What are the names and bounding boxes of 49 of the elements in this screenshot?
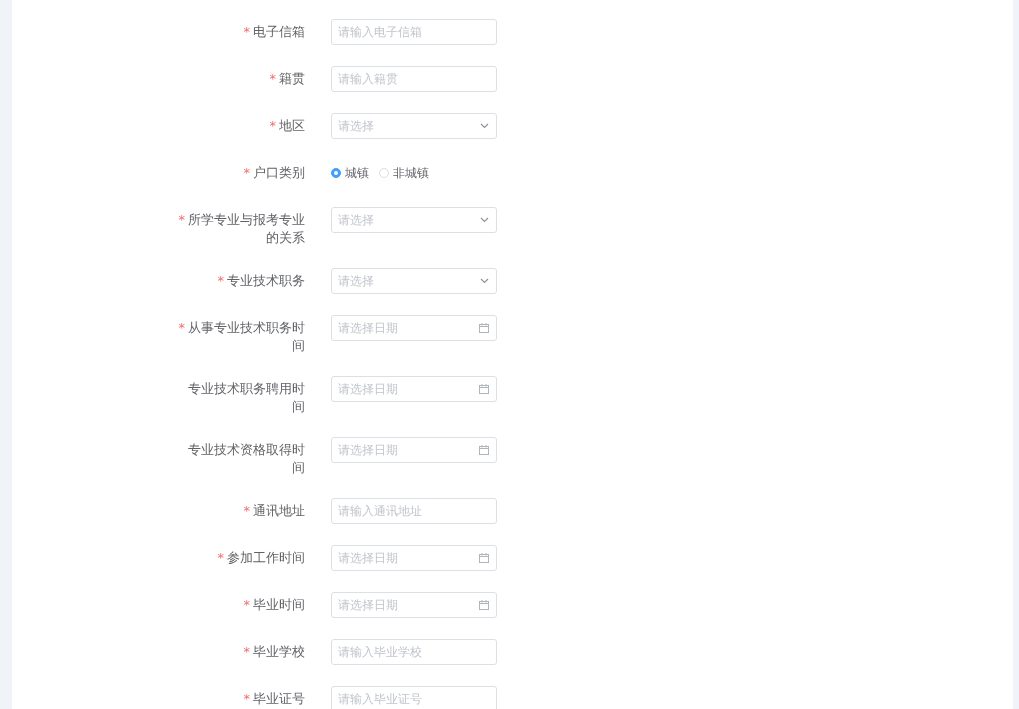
calendar-icon: [479, 445, 489, 455]
chevron-down-icon: [480, 278, 489, 284]
required-mark: *: [178, 212, 185, 227]
required-mark: *: [243, 503, 250, 518]
field-label: 专业技术资格取得时间: [188, 442, 305, 475]
radio-option[interactable]: 非城镇: [379, 164, 429, 182]
required-mark: *: [243, 24, 250, 39]
required-mark: *: [243, 165, 250, 180]
field-label: 电子信箱: [253, 24, 305, 39]
field-label: 户口类别: [253, 165, 305, 180]
required-mark: *: [217, 273, 224, 288]
field-label: 从事专业技术职务时间: [188, 320, 305, 353]
field-label: 地区: [279, 118, 305, 133]
input-field[interactable]: 请输入毕业证号: [331, 686, 497, 709]
required-mark: *: [243, 644, 250, 659]
field-label: 毕业证号: [253, 691, 305, 706]
calendar-icon: [479, 323, 489, 333]
date-field[interactable]: 请选择日期: [331, 592, 497, 618]
field-label: 专业技术职务: [227, 273, 305, 288]
field-label: 籍贯: [279, 71, 305, 86]
field-label: 参加工作时间: [227, 550, 305, 565]
input-field[interactable]: 请输入毕业学校: [331, 639, 497, 665]
date-field[interactable]: 请选择日期: [331, 315, 497, 341]
field-label: 专业技术职务聘用时间: [188, 381, 305, 414]
date-field[interactable]: 请选择日期: [331, 545, 497, 571]
field-label: 通讯地址: [253, 503, 305, 518]
radio-icon[interactable]: [331, 168, 341, 178]
calendar-icon: [479, 600, 489, 610]
required-mark: *: [243, 597, 250, 612]
calendar-icon: [479, 384, 489, 394]
select-field[interactable]: 请选择: [331, 113, 497, 139]
field-label: 毕业学校: [253, 644, 305, 659]
field-label: 毕业时间: [253, 597, 305, 612]
required-mark: *: [269, 71, 276, 86]
select-field[interactable]: 请选择: [331, 207, 497, 233]
input-field[interactable]: 请输入电子信箱: [331, 19, 497, 45]
radio-option[interactable]: 城镇: [331, 164, 369, 182]
input-field[interactable]: 请输入通讯地址: [331, 498, 497, 524]
chevron-down-icon: [480, 123, 489, 129]
calendar-icon: [479, 553, 489, 563]
required-mark: *: [269, 118, 276, 133]
field-label: 所学专业与报考专业的关系: [188, 212, 305, 245]
select-field[interactable]: 请选择: [331, 268, 497, 294]
date-field[interactable]: 请选择日期: [331, 437, 497, 463]
required-mark: *: [217, 550, 224, 565]
required-mark: *: [243, 691, 250, 706]
chevron-down-icon: [480, 217, 489, 223]
required-mark: *: [178, 320, 185, 335]
date-field[interactable]: 请选择日期: [331, 376, 497, 402]
